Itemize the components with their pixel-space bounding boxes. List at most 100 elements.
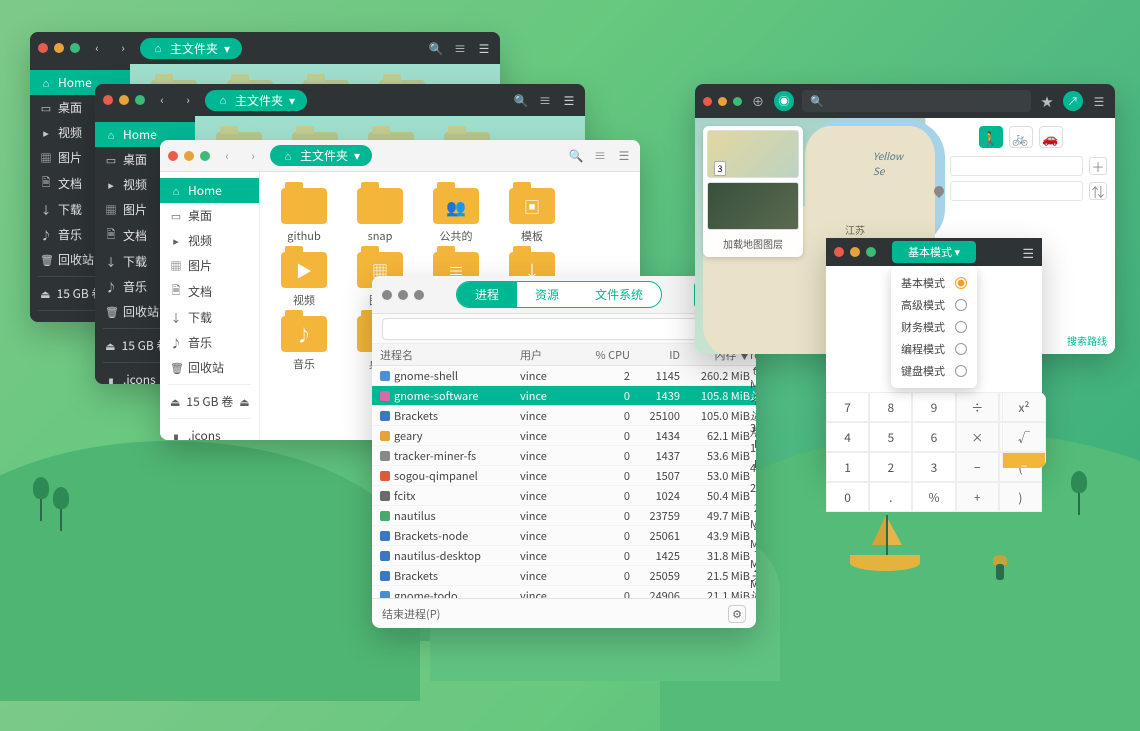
sidebar-item[interactable]: ∎.icons bbox=[160, 423, 259, 440]
calc-btn-paren-r[interactable]: ) bbox=[999, 482, 1042, 512]
sidebar-item[interactable]: ▸视频 bbox=[160, 228, 259, 253]
process-row[interactable]: sogou-qimpanel vince0 150753.0 MiB 432.0… bbox=[372, 466, 756, 486]
path-pill[interactable]: ⌂ 主文件夹 ▾ bbox=[140, 38, 242, 59]
process-row[interactable]: fcitx vince0 102450.4 MiB 240.0 KiB bbox=[372, 486, 756, 506]
col-user[interactable]: 用户 bbox=[520, 347, 580, 363]
tab-filesystem[interactable]: 文件系统 bbox=[577, 282, 661, 307]
calc-btn-8[interactable]: 8 bbox=[869, 392, 912, 422]
col-id[interactable]: ID bbox=[630, 347, 680, 363]
mode-walk[interactable]: 🚶 bbox=[979, 126, 1003, 148]
maximize-icon[interactable] bbox=[733, 97, 742, 106]
minimize-icon[interactable] bbox=[398, 290, 408, 300]
calc-btn-div[interactable]: ÷ bbox=[956, 392, 999, 422]
menu-icon[interactable]: ☰ bbox=[1091, 93, 1107, 109]
locate-icon[interactable]: ⊕ bbox=[750, 93, 766, 109]
view-list-icon[interactable]: ≡ bbox=[592, 148, 608, 164]
process-row[interactable]: gnome-todo vince0 2490621.1 MiB 不适用 bbox=[372, 586, 756, 598]
favorite-icon[interactable]: ★ bbox=[1039, 93, 1055, 109]
sidebar-item[interactable]: 🗎文档 bbox=[160, 278, 259, 305]
calc-btn-4[interactable]: 4 bbox=[826, 422, 869, 452]
process-row[interactable]: gnome-shell vince2 1145260.2 MiB 4.6 MiB bbox=[372, 366, 756, 386]
folder-github[interactable]: github bbox=[276, 188, 332, 244]
tab-processes[interactable]: 进程 bbox=[457, 282, 517, 307]
mode-option[interactable]: 基本模式 bbox=[901, 272, 967, 294]
layers-button[interactable]: ◉ bbox=[774, 91, 794, 111]
close-icon[interactable] bbox=[168, 151, 178, 161]
sidebar-item[interactable]: 🗑回收站 bbox=[160, 355, 259, 380]
calc-btn-dot[interactable]: . bbox=[869, 482, 912, 512]
maximize-icon[interactable] bbox=[414, 290, 424, 300]
sidebar-item[interactable]: ↓下载 bbox=[160, 305, 259, 330]
minimize-icon[interactable] bbox=[54, 43, 64, 53]
calc-btn-add[interactable]: + bbox=[956, 482, 999, 512]
sidebar-item[interactable]: ⏏15 GB 卷⏏ bbox=[160, 389, 259, 414]
calc-btn-2[interactable]: 2 bbox=[869, 452, 912, 482]
nav-back-button[interactable]: ‹ bbox=[153, 91, 171, 109]
menu-icon[interactable]: ☰ bbox=[616, 148, 632, 164]
path-pill[interactable]: ⌂主文件夹▾ bbox=[270, 145, 372, 166]
calc-btn-pct[interactable]: % bbox=[912, 482, 955, 512]
origin-input[interactable] bbox=[950, 156, 1083, 176]
end-process-button[interactable]: 结束进程(P) bbox=[382, 606, 440, 622]
nav-forward-button[interactable]: › bbox=[244, 147, 262, 165]
process-row[interactable]: Brackets vince0 25100105.0 MiB 不适用 bbox=[372, 406, 756, 426]
menu-icon[interactable]: ☰ bbox=[1022, 243, 1034, 262]
calc-btn-6[interactable]: 6 bbox=[912, 422, 955, 452]
calc-btn-0[interactable]: 0 bbox=[826, 482, 869, 512]
nav-back-button[interactable]: ‹ bbox=[88, 39, 106, 57]
calc-btn-eq[interactable]: = bbox=[1002, 452, 1046, 468]
layer-thumb-satellite[interactable] bbox=[707, 182, 799, 230]
route-button[interactable]: ↗ bbox=[1063, 91, 1083, 111]
search-icon[interactable]: 🔍 bbox=[568, 148, 584, 164]
minimize-icon[interactable] bbox=[850, 247, 860, 257]
sidebar-item[interactable]: ▦图片 bbox=[160, 253, 259, 278]
view-list-icon[interactable]: ≡ bbox=[452, 40, 468, 56]
folder-模板[interactable]: ▣模板 bbox=[504, 188, 560, 244]
search-icon[interactable]: 🔍 bbox=[428, 40, 444, 56]
process-row[interactable]: Brackets-node vince0 2506143.9 MiB 4.1 M… bbox=[372, 526, 756, 546]
menu-icon[interactable]: ☰ bbox=[476, 40, 492, 56]
mode-car[interactable]: 🚗 bbox=[1039, 126, 1063, 148]
sidebar-item[interactable]: ♪音乐 bbox=[160, 330, 259, 355]
calc-btn-3[interactable]: 3 bbox=[912, 452, 955, 482]
nav-back-button[interactable]: ‹ bbox=[218, 147, 236, 165]
sidebar-item[interactable]: ⌂Home bbox=[160, 178, 259, 203]
search-route-link[interactable]: 搜索路线 bbox=[1067, 333, 1107, 348]
close-icon[interactable] bbox=[38, 43, 48, 53]
process-row[interactable]: tracker-miner-fs vince0 143753.6 MiB 16.… bbox=[372, 446, 756, 466]
layer-thumb-street[interactable]: 3 bbox=[707, 130, 799, 178]
calc-btn-5[interactable]: 5 bbox=[869, 422, 912, 452]
nav-forward-button[interactable]: › bbox=[179, 91, 197, 109]
mode-bike[interactable]: 🚲 bbox=[1009, 126, 1033, 148]
folder-视频[interactable]: ▶视频 bbox=[276, 252, 332, 308]
maximize-icon[interactable] bbox=[866, 247, 876, 257]
nav-forward-button[interactable]: › bbox=[114, 39, 132, 57]
mode-option[interactable]: 键盘模式 bbox=[901, 360, 967, 382]
folder-音乐[interactable]: ♪音乐 bbox=[276, 316, 332, 372]
calc-btn-sq[interactable]: x² bbox=[1002, 392, 1046, 422]
folder-snap[interactable]: snap bbox=[352, 188, 408, 244]
col-name[interactable]: 进程名 bbox=[380, 347, 520, 363]
close-icon[interactable] bbox=[834, 247, 844, 257]
search-icon[interactable]: 🔍 bbox=[513, 92, 529, 108]
col-cpu[interactable]: % CPU bbox=[580, 347, 630, 363]
path-pill[interactable]: ⌂主文件夹▾ bbox=[205, 90, 307, 111]
view-list-icon[interactable]: ≡ bbox=[537, 92, 553, 108]
calc-btn-sub[interactable]: − bbox=[956, 452, 999, 482]
dest-input[interactable] bbox=[950, 181, 1083, 201]
mode-option[interactable]: 编程模式 bbox=[901, 338, 967, 360]
minimize-icon[interactable] bbox=[119, 95, 129, 105]
add-stop-button[interactable]: ＋ bbox=[1089, 157, 1107, 175]
calc-btn-sqrt[interactable]: √ bbox=[1002, 422, 1046, 452]
maximize-icon[interactable] bbox=[70, 43, 80, 53]
calc-btn-7[interactable]: 7 bbox=[826, 392, 869, 422]
settings-button[interactable]: ⚙ bbox=[728, 605, 746, 623]
calc-btn-9[interactable]: 9 bbox=[912, 392, 955, 422]
menu-icon[interactable]: ☰ bbox=[561, 92, 577, 108]
mode-option[interactable]: 高级模式 bbox=[901, 294, 967, 316]
minimize-icon[interactable] bbox=[184, 151, 194, 161]
calc-btn-mul[interactable]: × bbox=[956, 422, 999, 452]
map-search[interactable]: 🔍 bbox=[802, 90, 1031, 112]
close-icon[interactable] bbox=[382, 290, 392, 300]
process-row[interactable]: nautilus-desktop vince0 142531.8 MiB 1.0… bbox=[372, 546, 756, 566]
